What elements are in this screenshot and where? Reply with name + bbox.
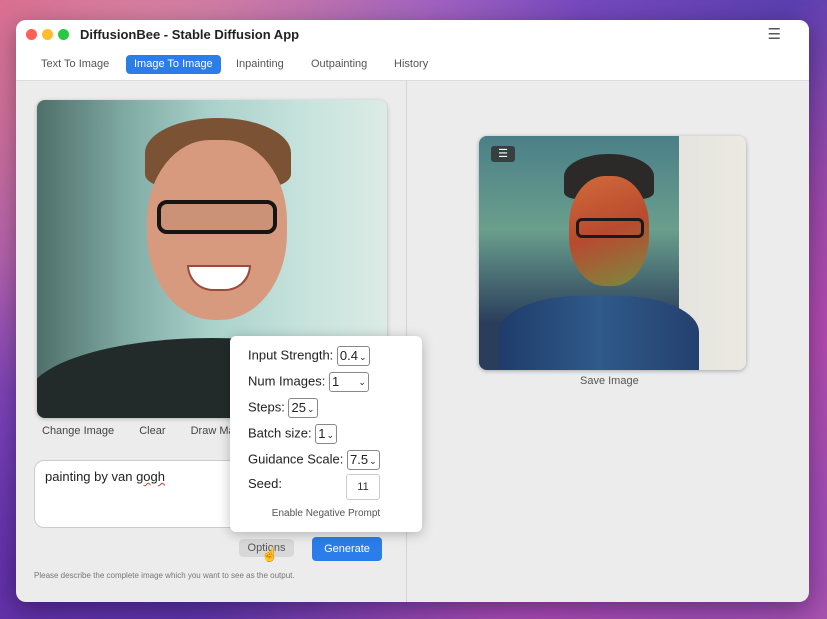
chevron-down-icon: ⌄ bbox=[358, 377, 366, 387]
misspelled-word: gogh bbox=[136, 469, 165, 484]
guidance-scale-select[interactable]: 7.5⌄ bbox=[347, 450, 380, 470]
tab-text-to-image[interactable]: Text To Image bbox=[33, 55, 117, 74]
close-window-button[interactable] bbox=[26, 29, 37, 40]
chevron-down-icon: ⌄ bbox=[358, 352, 367, 362]
input-strength-select[interactable]: 0.4⌄ bbox=[336, 346, 370, 366]
num-images-label: Num Images: bbox=[248, 373, 326, 389]
change-image-button[interactable]: Change Image bbox=[42, 425, 114, 437]
batch-size-row: Batch size: 1⌄ bbox=[248, 424, 337, 444]
prompt-hint: Please describe the complete image which… bbox=[34, 571, 295, 580]
tab-outpainting[interactable]: Outpainting bbox=[303, 55, 375, 74]
tab-inpainting[interactable]: Inpainting bbox=[228, 55, 292, 74]
clear-button[interactable]: Clear bbox=[139, 425, 165, 437]
minimize-window-button[interactable] bbox=[42, 29, 53, 40]
input-strength-label: Input Strength: bbox=[248, 347, 334, 363]
seed-input[interactable]: 11 bbox=[346, 474, 380, 500]
tab-history[interactable]: History bbox=[386, 55, 436, 74]
enable-negative-prompt-button[interactable]: Enable Negative Prompt bbox=[230, 508, 422, 519]
batch-size-select[interactable]: 1⌄ bbox=[315, 424, 337, 444]
guidance-scale-row: Guidance Scale: 7.5⌄ bbox=[248, 450, 380, 470]
save-image-button[interactable]: Save Image bbox=[580, 375, 639, 387]
num-images-row: Num Images: 1 ⌄ bbox=[248, 372, 369, 392]
options-popover: Input Strength: 0.4⌄ Num Images: 1 ⌄ Step… bbox=[230, 336, 422, 532]
chevron-down-icon: ⌄ bbox=[369, 456, 377, 466]
chevron-down-icon: ⌄ bbox=[326, 430, 334, 440]
image-menu-icon[interactable]: ☰ bbox=[491, 146, 515, 162]
window-title: DiffusionBee - Stable Diffusion App bbox=[80, 27, 300, 42]
title-bar: DiffusionBee - Stable Diffusion App ☰ bbox=[16, 20, 809, 48]
num-images-select[interactable]: 1 ⌄ bbox=[328, 372, 369, 392]
output-image[interactable]: ☰ bbox=[479, 136, 746, 370]
steps-select[interactable]: 25⌄ bbox=[288, 398, 318, 418]
hamburger-menu-icon[interactable]: ☰ bbox=[768, 25, 781, 43]
chevron-down-icon: ⌄ bbox=[306, 404, 315, 414]
steps-label: Steps: bbox=[248, 399, 285, 415]
input-strength-row: Input Strength: 0.4⌄ bbox=[248, 346, 370, 366]
image-actions: Change Image Clear Draw Ma bbox=[42, 425, 257, 437]
tab-image-to-image[interactable]: Image To Image bbox=[126, 55, 221, 74]
draw-mask-button[interactable]: Draw Ma bbox=[191, 425, 235, 437]
batch-size-label: Batch size: bbox=[248, 425, 312, 441]
zoom-window-button[interactable] bbox=[58, 29, 69, 40]
seed-label: Seed: bbox=[248, 476, 282, 491]
generate-button[interactable]: Generate bbox=[312, 537, 382, 561]
hand-cursor-icon: ☝ bbox=[261, 546, 279, 562]
prompt-text: painting by van gogh bbox=[45, 469, 165, 484]
tab-bar: Text To Image Image To Image Inpainting … bbox=[16, 48, 809, 81]
steps-row: Steps: 25⌄ bbox=[248, 398, 318, 418]
guidance-scale-label: Guidance Scale: bbox=[248, 451, 344, 467]
